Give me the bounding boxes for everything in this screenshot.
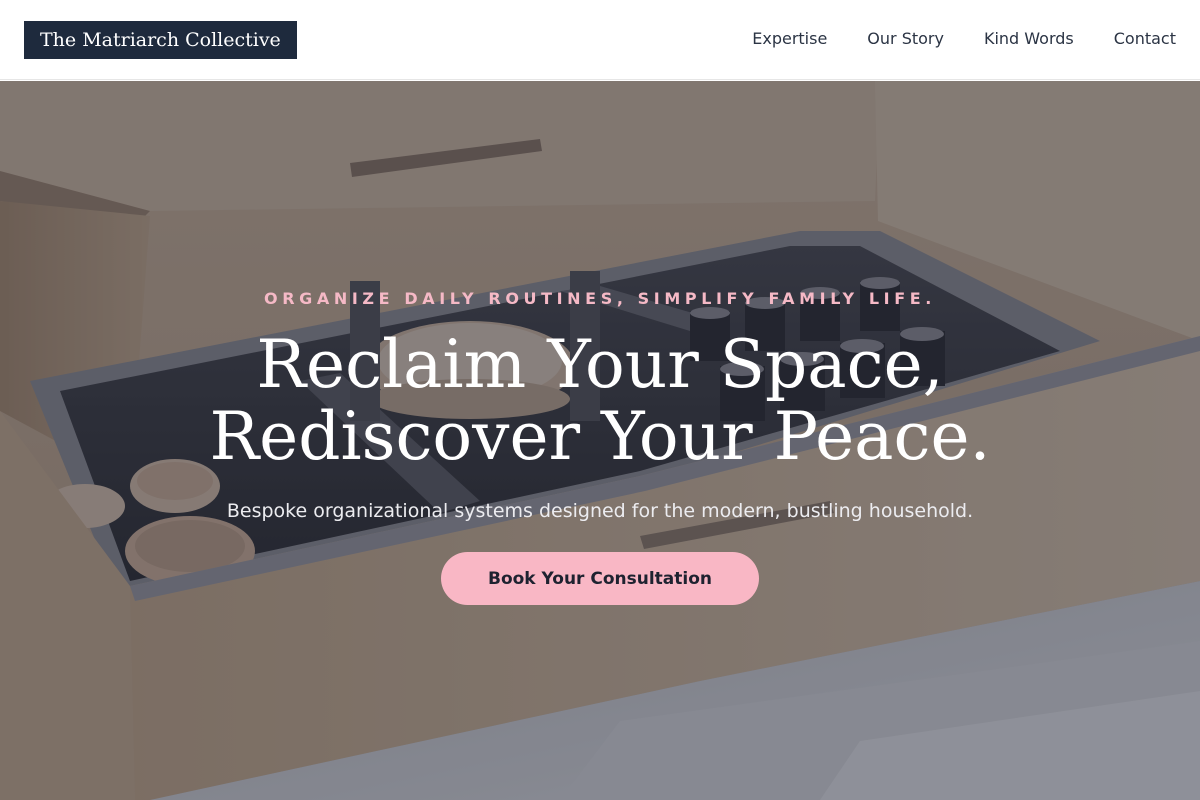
hero-headline: Reclaim Your Space, Rediscover Your Peac… <box>0 329 1200 473</box>
nav-link-expertise[interactable]: Expertise <box>752 29 827 49</box>
hero-subheading: Bespoke organizational systems designed … <box>226 500 974 522</box>
nav-link-our-story[interactable]: Our Story <box>867 29 944 49</box>
hero-eyebrow: ORGANIZE DAILY ROUTINES, SIMPLIFY FAMILY… <box>264 289 936 308</box>
brand-logo[interactable]: The Matriarch Collective <box>24 21 297 59</box>
hero-headline-line-2: Rediscover Your Peace. <box>209 398 991 475</box>
nav-link-contact[interactable]: Contact <box>1114 29 1176 49</box>
nav-link-kind-words[interactable]: Kind Words <box>984 29 1074 49</box>
book-consultation-button[interactable]: Book Your Consultation <box>441 552 759 605</box>
site-header: The Matriarch Collective Expertise Our S… <box>0 0 1200 80</box>
hero-section: ORGANIZE DAILY ROUTINES, SIMPLIFY FAMILY… <box>0 81 1200 800</box>
hero-headline-line-1: Reclaim Your Space, <box>256 326 944 403</box>
hero-content: ORGANIZE DAILY ROUTINES, SIMPLIFY FAMILY… <box>0 81 1200 800</box>
main-nav: Expertise Our Story Kind Words Contact <box>752 29 1176 49</box>
